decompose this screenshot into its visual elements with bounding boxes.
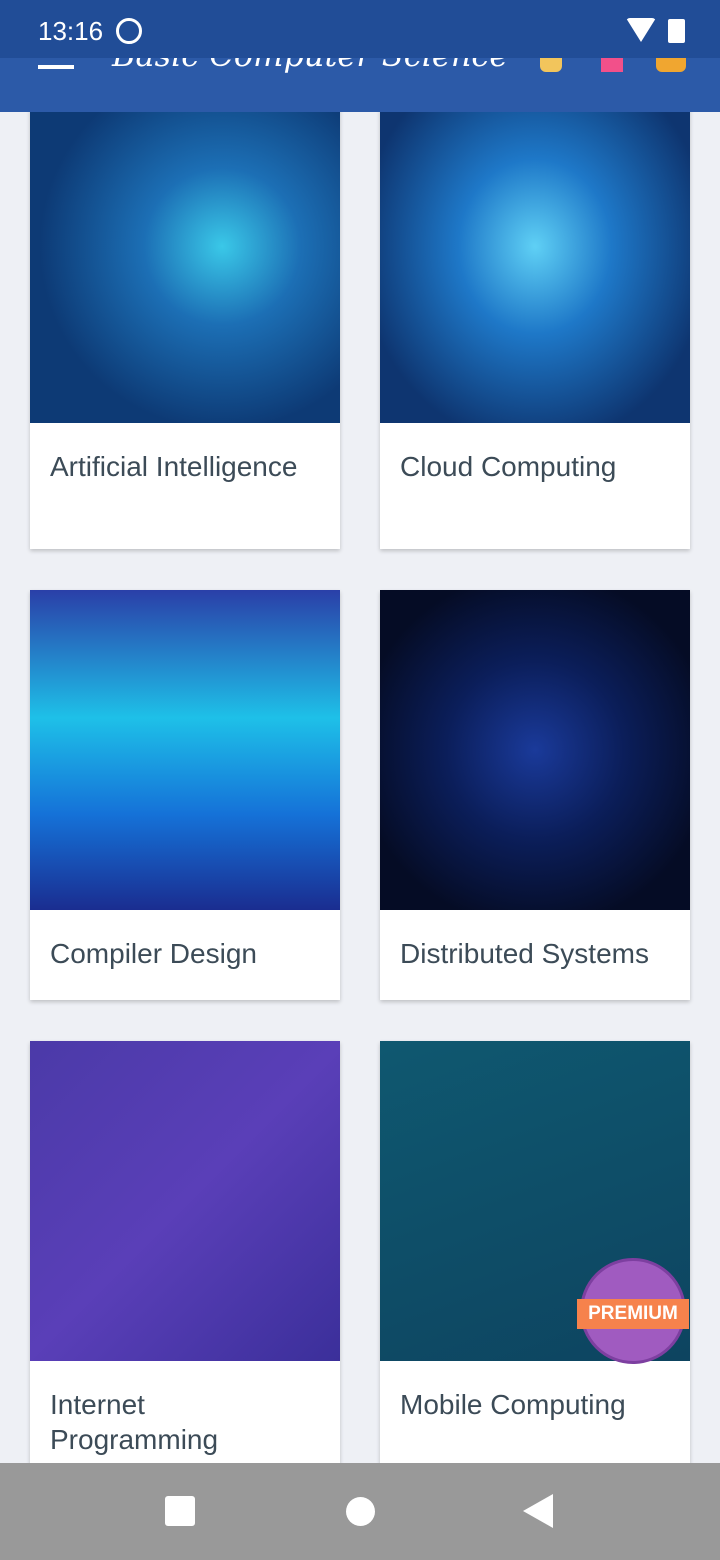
topic-label: Distributed Systems xyxy=(400,938,649,969)
topic-card-mobile-computing[interactable]: Mobile Computing xyxy=(380,1041,690,1463)
bookmark-icon[interactable] xyxy=(601,58,623,72)
topic-label: Cloud Computing xyxy=(400,451,617,482)
topic-label: Mobile Computing xyxy=(400,1389,626,1420)
topic-image xyxy=(30,112,340,423)
topic-card-compiler-design[interactable]: Compiler Design xyxy=(30,590,340,1000)
status-bar: 13:16 xyxy=(0,0,720,58)
recents-button[interactable] xyxy=(165,1496,195,1526)
menu-icon[interactable] xyxy=(38,65,74,69)
app-toolbar: Basic Computer Science xyxy=(0,58,720,112)
topic-grid: Artificial Intelligence Cloud Computing … xyxy=(0,112,720,1463)
premium-badge[interactable]: PREMIUM xyxy=(577,1258,689,1364)
wifi-icon xyxy=(626,18,656,42)
topic-card-distributed-systems[interactable]: Distributed Systems xyxy=(380,590,690,1000)
topic-image xyxy=(380,112,690,423)
search-icon[interactable] xyxy=(540,58,562,72)
topic-image xyxy=(380,590,690,910)
topic-label: Internet Programming xyxy=(50,1389,219,1455)
home-button[interactable] xyxy=(346,1497,375,1526)
sync-icon xyxy=(116,18,142,44)
back-button[interactable] xyxy=(523,1494,553,1528)
app-title: Basic Computer Science xyxy=(112,58,508,74)
premium-label: PREMIUM xyxy=(577,1299,689,1329)
topic-card-internet-programming[interactable]: Internet Programming xyxy=(30,1041,340,1463)
clock: 13:16 xyxy=(38,16,104,46)
topic-image xyxy=(30,590,340,910)
topic-image xyxy=(30,1041,340,1361)
topic-label: Artificial Intelligence xyxy=(50,451,298,482)
topic-card-artificial-intelligence[interactable]: Artificial Intelligence xyxy=(30,112,340,549)
topic-label: Compiler Design xyxy=(50,938,257,969)
notification-bell-icon[interactable] xyxy=(656,58,686,72)
navigation-bar xyxy=(0,1463,720,1560)
topic-card-cloud-computing[interactable]: Cloud Computing xyxy=(380,112,690,549)
battery-icon xyxy=(668,19,685,43)
